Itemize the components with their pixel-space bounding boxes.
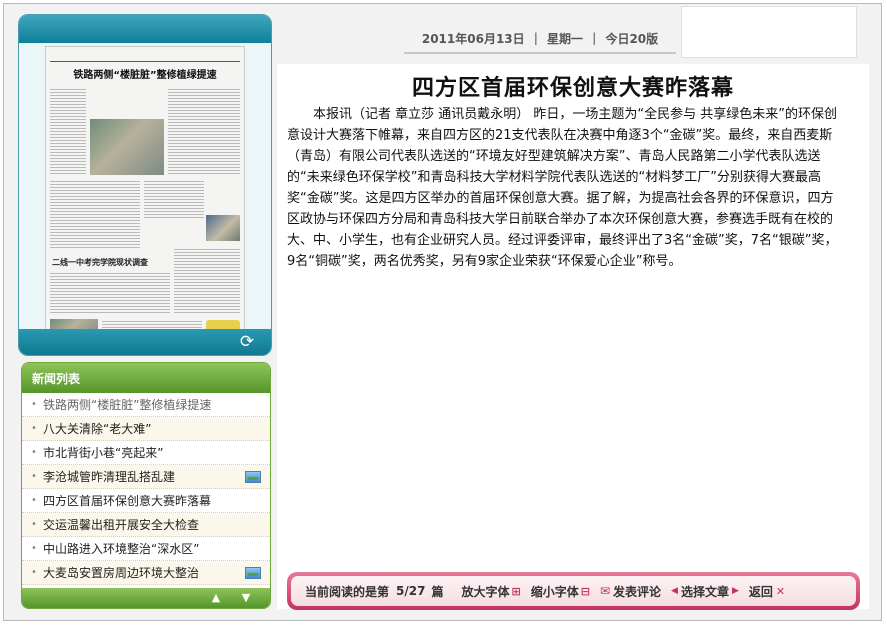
separator: |	[592, 31, 597, 45]
newspaper-page-thumbnail[interactable]: 铁路两侧“楼脏脏”整修植绿提速 二线一中考完学院现状调查	[45, 46, 245, 342]
newspaper-preview-panel: 铁路两侧“楼脏脏”整修植绿提速 二线一中考完学院现状调查 ⟳	[18, 14, 272, 356]
news-item-link[interactable]: 中山路进入环境整治“深水区”	[43, 542, 199, 556]
select-article-button[interactable]: ◀ 选择文章 ▶	[671, 583, 739, 600]
date-bar: 2011年06月13日 | 星期一 | 今日20版	[404, 24, 676, 54]
news-list-item[interactable]: • 市北背街小巷“亮起来”	[22, 441, 270, 465]
back-label: 返回	[748, 584, 773, 599]
select-article-label: 选择文章	[680, 584, 729, 599]
news-list-item[interactable]: • 八大关清除“老大难”	[22, 417, 270, 441]
bullet-icon: •	[31, 399, 37, 410]
article-area: 2011年06月13日 | 星期一 | 今日20版 四方区首届环保创意大赛昨落幕…	[277, 6, 869, 609]
shrink-font-button[interactable]: 缩小字体 ⊟	[531, 583, 590, 600]
news-item-link[interactable]: 大麦岛安置房周边环境大整治	[43, 566, 199, 580]
news-list-title: 新闻列表	[22, 363, 270, 393]
newspaper-headline: 铁路两侧“楼脏脏”整修植绿提速	[73, 70, 217, 81]
bullet-icon: •	[31, 447, 37, 458]
current-article-label: 当前阅读的是第	[305, 584, 390, 599]
refresh-icon[interactable]: ⟳	[237, 333, 257, 351]
article-body: 本报讯（记者 章立莎 通讯员戴永明） 昨日，一场主题为“全民参与 共享绿色未来”…	[287, 107, 838, 269]
arrow-up-icon[interactable]: ▲	[208, 590, 224, 606]
bullet-icon: •	[31, 567, 37, 578]
newspaper-text-column	[144, 179, 204, 219]
image-icon	[245, 567, 261, 579]
issue-weekday: 星期一	[547, 31, 584, 46]
newspaper-text-column	[168, 87, 240, 175]
arrow-right-icon: ▶	[731, 586, 739, 596]
preview-footer-bar: ⟳	[19, 329, 271, 355]
newspaper-text-column	[174, 247, 240, 315]
bullet-icon: •	[31, 519, 37, 530]
newspaper-text-column	[50, 271, 170, 315]
image-icon	[245, 471, 261, 483]
current-article-position: 5/27	[396, 584, 426, 598]
header-box	[681, 6, 857, 58]
enlarge-font-button[interactable]: 放大字体 ⊞	[461, 583, 520, 600]
newspaper-photo	[206, 215, 240, 241]
news-list-footer: ▲ ▼	[22, 588, 270, 608]
news-list-panel: 新闻列表 • 铁路两侧“楼脏脏”整修植绿提速 • 八大关清除“老大难” • 市北背街小…	[21, 362, 271, 609]
comment-button[interactable]: ✉ 发表评论	[600, 583, 661, 600]
arrow-down-icon[interactable]: ▼	[238, 590, 254, 606]
back-button[interactable]: 返回 ✕	[749, 583, 785, 600]
news-list-item[interactable]: • 交运温馨出租开展安全大检查	[22, 513, 270, 537]
close-icon: ✕	[775, 584, 786, 598]
news-list-item[interactable]: • 铁路两侧“楼脏脏”整修植绿提速	[22, 393, 270, 417]
plus-icon: ⊞	[511, 584, 521, 598]
news-list-item[interactable]: • 大麦岛安置房周边环境大整治	[22, 561, 270, 585]
news-item-link[interactable]: 交运温馨出租开展安全大检查	[43, 518, 199, 532]
shrink-font-label: 缩小字体	[530, 584, 579, 599]
preview-header-bar	[19, 15, 271, 43]
bullet-icon: •	[31, 423, 37, 434]
news-item-link[interactable]: 八大关清除“老大难”	[43, 422, 151, 436]
issue-edition[interactable]: 今日20版	[605, 30, 658, 47]
reading-toolbar: 当前阅读的是第 5/27 篇 放大字体 ⊞ 缩小字体 ⊟ ✉ 发表评论 ◀ 选择文章 ▶ …	[287, 572, 860, 610]
news-item-link[interactable]: 四方区首届环保创意大赛昨落幕	[43, 494, 211, 508]
news-item-link[interactable]: 市北背街小巷“亮起来”	[43, 446, 163, 460]
news-list-item[interactable]: • 四方区首届环保创意大赛昨落幕	[22, 489, 270, 513]
news-item-link[interactable]: 铁路两侧“楼脏脏”整修植绿提速	[43, 398, 211, 412]
article-title: 四方区首届环保创意大赛昨落幕	[411, 76, 734, 101]
newspaper-text-column	[50, 87, 86, 175]
enlarge-font-label: 放大字体	[461, 584, 510, 599]
news-item-link[interactable]: 李沧城管昨清理乱搭乱建	[43, 470, 175, 484]
bullet-icon: •	[31, 495, 37, 506]
news-list-item[interactable]: • 中山路进入环境整治“深水区”	[22, 537, 270, 561]
newspaper-masthead	[50, 50, 240, 62]
news-list: • 铁路两侧“楼脏脏”整修植绿提速 • 八大关清除“老大难” • 市北背街小巷“亮起来…	[22, 393, 270, 585]
bullet-icon: •	[31, 471, 37, 482]
comment-label: 发表评论	[613, 584, 662, 599]
reading-toolbar-inner: 当前阅读的是第 5/27 篇 放大字体 ⊞ 缩小字体 ⊟ ✉ 发表评论 ◀ 选择文章 ▶ …	[291, 576, 856, 606]
newspaper-big-caption: 二线一中考完学院现状调查	[52, 258, 148, 267]
issue-date: 2011年06月13日	[421, 31, 525, 46]
minus-icon: ⊟	[580, 584, 590, 598]
news-list-item[interactable]: • 李沧城管昨清理乱搭乱建	[22, 465, 270, 489]
newspaper-photo	[90, 119, 164, 175]
newspaper-text-column	[50, 179, 140, 249]
separator: |	[533, 31, 539, 45]
mail-icon: ✉	[599, 584, 610, 598]
current-article-unit: 篇	[431, 584, 444, 599]
arrow-left-icon: ◀	[671, 586, 678, 596]
bullet-icon: •	[31, 543, 37, 554]
